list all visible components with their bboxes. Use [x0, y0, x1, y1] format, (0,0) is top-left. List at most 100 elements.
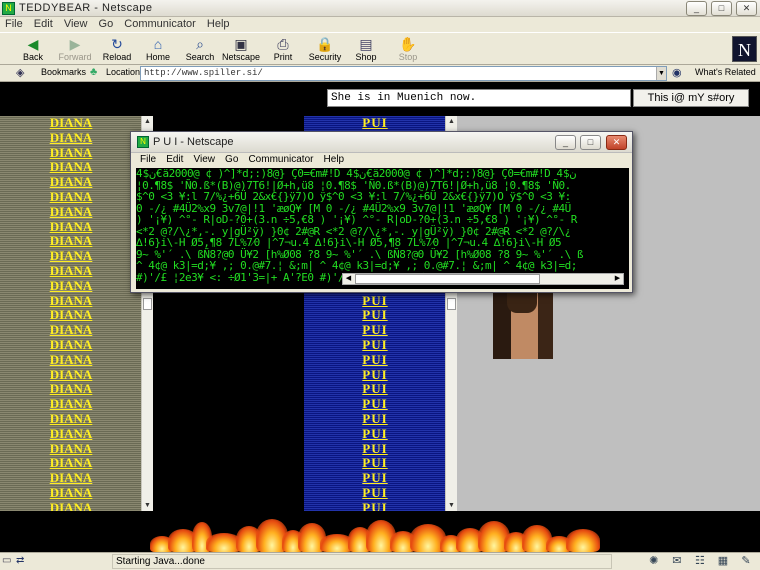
- stop-button[interactable]: ✋ Stop: [387, 35, 429, 64]
- netscape-button[interactable]: ▣ Netscape: [220, 35, 262, 64]
- scroll-up-icon[interactable]: ▲: [142, 116, 153, 127]
- newsgroups-icon[interactable]: ☷: [690, 554, 710, 567]
- popup-menu-view[interactable]: View: [193, 153, 215, 167]
- pui-link[interactable]: PUI: [358, 352, 392, 368]
- scroll-left-icon[interactable]: ◀: [343, 274, 354, 284]
- pui-link[interactable]: PUI: [358, 322, 392, 338]
- scroll-down-icon[interactable]: ▼: [142, 500, 153, 511]
- security-status-icon[interactable]: ▭: [2, 555, 11, 566]
- menu-communicator[interactable]: Communicator: [124, 17, 196, 31]
- security-button[interactable]: 🔒 Security: [304, 35, 346, 64]
- popup-menu-go[interactable]: Go: [225, 153, 238, 167]
- message-field[interactable]: She is in Muenich now.: [327, 89, 631, 107]
- popup-minimize-button[interactable]: _: [555, 135, 576, 150]
- bookmarks-button[interactable]: Bookmarks: [41, 67, 86, 77]
- diana-link[interactable]: DIANA: [49, 441, 93, 457]
- pui-link[interactable]: PUI: [358, 308, 392, 323]
- pui-link[interactable]: PUI: [358, 293, 392, 309]
- pui-link[interactable]: PUI: [358, 500, 392, 511]
- popup-menu-communicator[interactable]: Communicator: [248, 153, 313, 167]
- diana-link[interactable]: DIANA: [49, 411, 93, 427]
- diana-link[interactable]: DIANA: [49, 500, 93, 511]
- pui-link[interactable]: PUI: [358, 367, 392, 383]
- popup-app-icon[interactable]: N: [137, 136, 149, 148]
- close-button[interactable]: ✕: [736, 1, 757, 16]
- popup-menu-edit[interactable]: Edit: [166, 153, 183, 167]
- pui-link[interactable]: PUI: [358, 426, 392, 442]
- menu-edit[interactable]: Edit: [34, 17, 53, 31]
- popup-close-button[interactable]: ✕: [606, 135, 627, 150]
- diana-link[interactable]: DIANA: [49, 322, 93, 338]
- diana-link[interactable]: DIANA: [49, 352, 93, 368]
- address-book-icon[interactable]: ▦: [713, 554, 733, 567]
- whats-related-icon[interactable]: ◉: [672, 66, 682, 79]
- story-button[interactable]: This i@ mY s#ory: [633, 89, 749, 107]
- diana-link[interactable]: DIANA: [49, 278, 93, 294]
- diana-link[interactable]: DIANA: [49, 308, 93, 323]
- pui-link[interactable]: PUI: [358, 441, 392, 457]
- diana-link[interactable]: DIANA: [49, 470, 93, 486]
- url-dropdown-icon[interactable]: ▼: [656, 67, 666, 80]
- minimize-button[interactable]: _: [686, 1, 707, 16]
- menu-go[interactable]: Go: [99, 17, 114, 31]
- pui-link[interactable]: PUI: [358, 470, 392, 486]
- navigator-icon[interactable]: ✺: [644, 554, 664, 567]
- scroll-thumb[interactable]: [355, 274, 540, 284]
- print-button[interactable]: ⎙ Print: [262, 35, 304, 64]
- popup-maximize-button[interactable]: □: [580, 135, 601, 150]
- scroll-right-icon[interactable]: ▶: [612, 274, 623, 284]
- composer-icon[interactable]: ✎: [736, 554, 756, 567]
- diana-link[interactable]: DIANA: [49, 234, 93, 249]
- scroll-up-icon[interactable]: ▲: [446, 116, 457, 127]
- scroll-down-icon[interactable]: ▼: [446, 500, 457, 511]
- diana-link[interactable]: DIANA: [49, 219, 93, 235]
- shop-button[interactable]: ▤ Shop: [345, 35, 387, 64]
- diana-link[interactable]: DIANA: [49, 130, 93, 146]
- menu-file[interactable]: File: [5, 17, 23, 31]
- popup-horizontal-scrollbar[interactable]: ◀ ▶: [342, 273, 624, 285]
- reload-button[interactable]: ↻ Reload: [96, 35, 138, 64]
- restore-button[interactable]: □: [711, 1, 732, 16]
- diana-link[interactable]: DIANA: [49, 382, 93, 397]
- pui-link[interactable]: PUI: [358, 396, 392, 412]
- diana-link[interactable]: DIANA: [49, 116, 93, 131]
- pui-link[interactable]: PUI: [358, 411, 392, 427]
- diana-link[interactable]: DIANA: [49, 367, 93, 383]
- diana-link[interactable]: DIANA: [49, 204, 93, 220]
- url-input[interactable]: http://www.spiller.si/: [140, 66, 667, 81]
- diana-link[interactable]: DIANA: [49, 174, 93, 190]
- pui-link[interactable]: PUI: [358, 337, 392, 353]
- popup-title: P U I - Netscape: [153, 136, 234, 148]
- menu-view[interactable]: View: [64, 17, 88, 31]
- search-button[interactable]: ⌕ Search: [179, 35, 221, 64]
- popup-menu-help[interactable]: Help: [324, 153, 345, 167]
- pui-link[interactable]: PUI: [358, 456, 392, 471]
- diana-link[interactable]: DIANA: [49, 160, 93, 175]
- scroll-thumb[interactable]: [447, 298, 456, 310]
- mail-icon[interactable]: ✉: [667, 554, 687, 567]
- scroll-thumb[interactable]: [143, 298, 152, 310]
- pui-link[interactable]: PUI: [358, 116, 392, 131]
- diana-link[interactable]: DIANA: [49, 189, 93, 205]
- whats-related-button[interactable]: What's Related: [695, 67, 756, 77]
- netscape-app-icon[interactable]: N: [2, 2, 15, 15]
- diana-link[interactable]: DIANA: [49, 248, 93, 264]
- back-button[interactable]: ◀ Back: [12, 35, 54, 64]
- diana-link[interactable]: DIANA: [49, 396, 93, 412]
- diana-link[interactable]: DIANA: [49, 145, 93, 161]
- diana-link[interactable]: DIANA: [49, 263, 93, 279]
- pui-link[interactable]: PUI: [358, 382, 392, 397]
- diana-link[interactable]: DIANA: [49, 426, 93, 442]
- diana-link[interactable]: DIANA: [49, 293, 93, 309]
- menu-help[interactable]: Help: [207, 17, 230, 31]
- pui-link[interactable]: PUI: [358, 485, 392, 501]
- forward-button[interactable]: ▶ Forward: [54, 35, 96, 64]
- popup-menu-file[interactable]: File: [140, 153, 156, 167]
- home-button[interactable]: ⌂ Home: [137, 35, 179, 64]
- diana-link[interactable]: DIANA: [49, 456, 93, 471]
- diana-link[interactable]: DIANA: [49, 485, 93, 501]
- diana-link[interactable]: DIANA: [49, 337, 93, 353]
- bookmarks-icon[interactable]: ◈: [16, 66, 24, 79]
- netscape-logo[interactable]: N: [732, 36, 757, 62]
- location-icon[interactable]: ♣: [90, 66, 97, 78]
